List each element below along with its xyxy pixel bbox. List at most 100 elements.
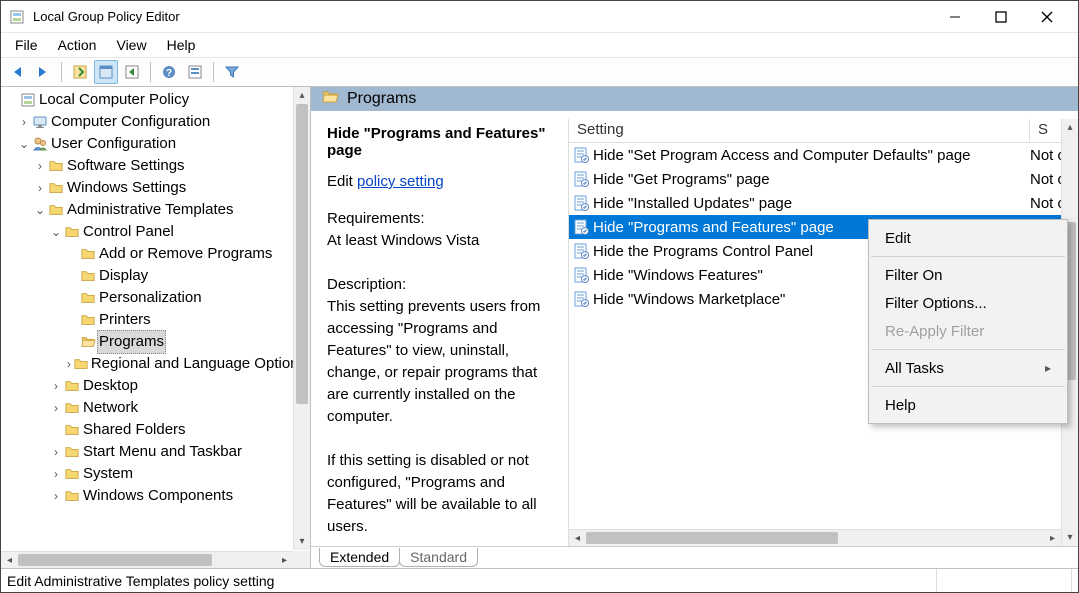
tab-standard[interactable]: Standard <box>399 548 478 567</box>
tree-admin-templates[interactable]: ⌄ Administrative Templates <box>3 199 308 221</box>
folder-icon <box>63 489 81 503</box>
export-button[interactable] <box>120 60 144 84</box>
setting-name: Hide "Installed Updates" page <box>593 195 1030 212</box>
requirements-value: At least Windows Vista <box>327 230 556 252</box>
close-button[interactable] <box>1024 1 1070 33</box>
help-button[interactable] <box>157 60 181 84</box>
folder-icon <box>63 423 81 437</box>
tree-label: Windows Settings <box>65 177 188 199</box>
filter-button[interactable] <box>220 60 244 84</box>
context-help[interactable]: Help <box>869 391 1067 419</box>
policy-item-icon <box>569 147 593 163</box>
tree-vertical-scrollbar[interactable]: ▴ ▾ <box>293 87 310 550</box>
tab-extended[interactable]: Extended <box>319 548 400 567</box>
chevron-right-icon[interactable]: › <box>49 397 63 419</box>
context-edit[interactable]: Edit <box>869 224 1067 252</box>
tree-network[interactable]: › Network <box>3 397 308 419</box>
chevron-right-icon[interactable]: › <box>33 177 47 199</box>
window-title: Local Group Policy Editor <box>33 9 932 24</box>
tree-regional[interactable]: › Regional and Language Options <box>3 353 308 375</box>
menu-view[interactable]: View <box>106 35 156 55</box>
tree-windows-components[interactable]: › Windows Components <box>3 485 308 507</box>
list-pane: Setting S Hide "Set Program Access and C… <box>569 119 1078 546</box>
tree-software-settings[interactable]: › Software Settings <box>3 155 308 177</box>
tree-programs[interactable]: Programs <box>3 331 308 353</box>
scroll-track[interactable] <box>18 552 276 568</box>
properties-button[interactable] <box>183 60 207 84</box>
list-row[interactable]: Hide "Get Programs" pageNot configured <box>569 167 1078 191</box>
tree-start-menu[interactable]: › Start Menu and Taskbar <box>3 441 308 463</box>
chevron-down-icon[interactable]: ⌄ <box>17 133 31 155</box>
scroll-up-icon[interactable]: ▴ <box>1062 119 1078 136</box>
chevron-right-icon[interactable]: › <box>49 485 63 507</box>
tree-user-config[interactable]: ⌄ User Configuration <box>3 133 308 155</box>
tree-label: Start Menu and Taskbar <box>81 441 244 463</box>
requirements-label: Requirements: <box>327 208 556 230</box>
chevron-right-icon[interactable]: › <box>49 375 63 397</box>
tree-windows-settings[interactable]: › Windows Settings <box>3 177 308 199</box>
minimize-button[interactable] <box>932 1 978 33</box>
tree-label: Display <box>97 265 150 287</box>
scroll-down-icon[interactable]: ▾ <box>294 533 310 550</box>
description-label: Description: <box>327 274 556 296</box>
tree-add-remove[interactable]: Add or Remove Programs <box>3 243 308 265</box>
tree-computer-config[interactable]: › Computer Configuration <box>3 111 308 133</box>
list-row[interactable]: Hide "Set Program Access and Computer De… <box>569 143 1078 167</box>
forward-button[interactable] <box>31 60 55 84</box>
context-filter-options[interactable]: Filter Options... <box>869 289 1067 317</box>
tree-horizontal-scrollbar[interactable]: ◂ ▸ <box>1 551 293 568</box>
tree-desktop[interactable]: › Desktop <box>3 375 308 397</box>
show-tree-button[interactable] <box>94 60 118 84</box>
tree-label: Add or Remove Programs <box>97 243 274 265</box>
scroll-up-icon[interactable]: ▴ <box>294 87 310 104</box>
scroll-thumb[interactable] <box>296 104 308 404</box>
tree-control-panel[interactable]: ⌄ Control Panel <box>3 221 308 243</box>
tree-display[interactable]: Display <box>3 265 308 287</box>
context-filter-on[interactable]: Filter On <box>869 261 1067 289</box>
setting-name: Hide "Get Programs" page <box>593 171 1030 188</box>
scroll-down-icon[interactable]: ▾ <box>1062 529 1078 546</box>
list-header: Setting S <box>569 119 1078 143</box>
scroll-thumb[interactable] <box>18 554 212 566</box>
folder-icon <box>79 247 97 261</box>
chevron-right-icon[interactable]: › <box>49 441 63 463</box>
context-all-tasks[interactable]: All Tasks▸ <box>869 354 1067 382</box>
menu-file[interactable]: File <box>5 35 48 55</box>
list-horizontal-scrollbar[interactable]: ◂ ▸ <box>569 529 1061 546</box>
chevron-down-icon[interactable]: ⌄ <box>33 199 47 221</box>
tree: Local Computer Policy › Computer Configu… <box>1 87 310 509</box>
scroll-right-icon[interactable]: ▸ <box>276 552 293 568</box>
tree-system[interactable]: › System <box>3 463 308 485</box>
policy-item-icon <box>569 243 593 259</box>
edit-policy-link[interactable]: policy setting <box>357 173 444 190</box>
tree-label: Regional and Language Options <box>89 353 308 375</box>
column-setting[interactable]: Setting <box>569 119 1030 142</box>
chevron-right-icon: ▸ <box>1045 361 1051 375</box>
edit-prefix: Edit <box>327 173 357 190</box>
chevron-right-icon[interactable]: › <box>49 463 63 485</box>
tree-personalization[interactable]: Personalization <box>3 287 308 309</box>
tree-printers[interactable]: Printers <box>3 309 308 331</box>
scroll-left-icon[interactable]: ◂ <box>1 552 18 568</box>
chevron-right-icon[interactable]: › <box>33 155 47 177</box>
tree-shared-folders[interactable]: Shared Folders <box>3 419 308 441</box>
folder-icon <box>47 181 65 195</box>
menu-help[interactable]: Help <box>157 35 206 55</box>
back-button[interactable] <box>5 60 29 84</box>
list-row[interactable]: Hide "Installed Updates" pageNot configu… <box>569 191 1078 215</box>
chevron-down-icon[interactable]: ⌄ <box>49 221 63 243</box>
scroll-track[interactable] <box>586 530 1044 546</box>
chevron-right-icon[interactable]: › <box>17 111 31 133</box>
tree-root[interactable]: Local Computer Policy <box>3 89 308 111</box>
scroll-track[interactable] <box>294 104 310 533</box>
computer-icon <box>31 114 49 130</box>
scroll-left-icon[interactable]: ◂ <box>569 530 586 546</box>
context-separator <box>871 256 1065 257</box>
up-button[interactable] <box>68 60 92 84</box>
scroll-thumb[interactable] <box>586 532 838 544</box>
maximize-button[interactable] <box>978 1 1024 33</box>
scroll-right-icon[interactable]: ▸ <box>1044 530 1061 546</box>
policy-item-icon <box>569 219 593 235</box>
chevron-right-icon[interactable]: › <box>65 353 73 375</box>
menu-action[interactable]: Action <box>48 35 107 55</box>
